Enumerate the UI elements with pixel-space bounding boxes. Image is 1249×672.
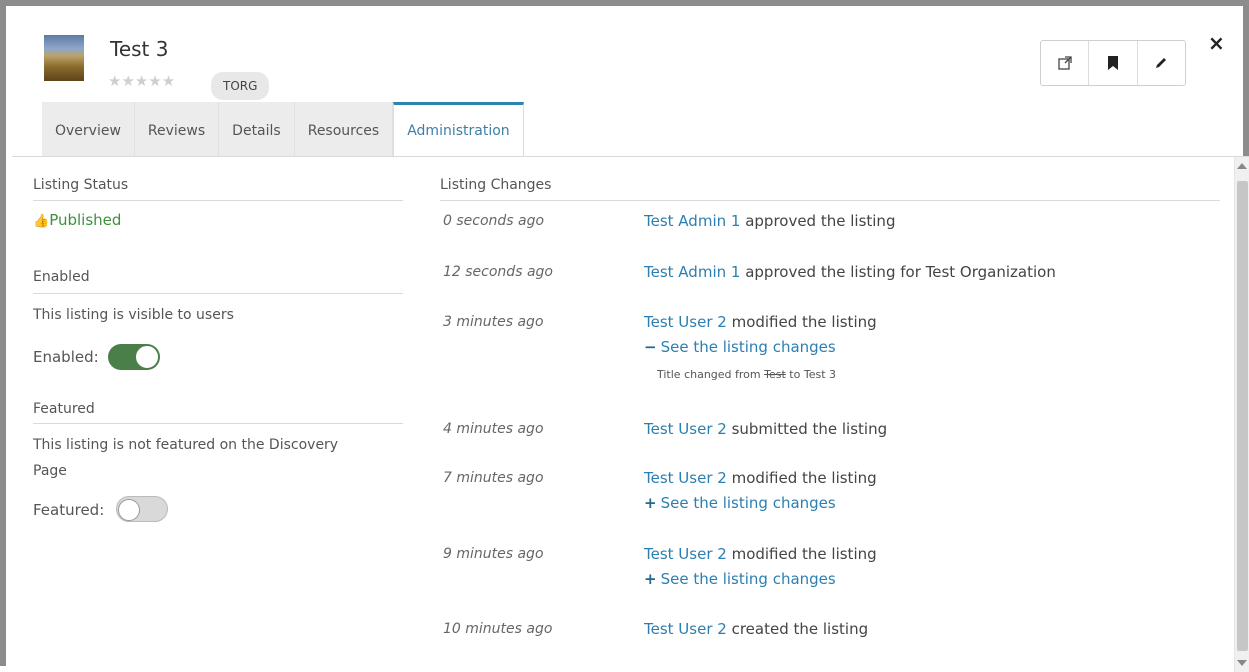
change-action-text: modified the listing [726,313,877,331]
featured-toggle[interactable] [116,496,168,522]
bookmark-icon [1107,56,1118,70]
change-message: Test User 2 modified the listing [644,545,877,563]
expand-listing-changes-link[interactable]: + See the listing changes [644,494,836,512]
change-message: Test User 2 created the listing [644,620,868,638]
listing-status-label: Listing Status [33,177,129,193]
change-action-text: approved the listing [740,212,896,230]
old-title: Test [764,368,786,381]
new-title: Test 3 [803,368,837,381]
featured-description-line-2: Page [33,463,67,479]
toggle-knob [136,346,158,368]
tab-bar: Overview Reviews Details Resources Admin… [42,102,524,157]
user-link[interactable]: Test User 2 [644,420,727,438]
listing-changes-header: Listing Changes [440,177,552,193]
listing-thumbnail [44,35,84,81]
user-link[interactable]: Test Admin 1 [644,212,740,230]
enabled-toggle-label: Enabled: [33,348,99,366]
bookmark-button[interactable] [1089,41,1138,85]
change-action-text: approved the listing for Test Organizati… [740,263,1056,281]
listing-changes-link-label: See the listing changes [660,338,836,356]
change-detail: Title changed from Test to Test 3 [657,368,836,381]
edit-button[interactable] [1138,41,1185,85]
listing-changes-link-label: See the listing changes [660,494,836,512]
toggle-knob [118,499,140,521]
action-buttons [1040,40,1186,86]
change-action-text: created the listing [726,620,869,638]
collapse-listing-changes-link[interactable]: − See the listing changes [644,338,836,356]
listing-modal: Test 3 ★★★★★ TORG Overview Reviews Detai… [0,0,1249,672]
featured-toggle-label: Featured: [33,501,105,519]
divider [33,293,403,294]
administration-panel: Listing Status 👍Published Enabled This l… [12,157,1234,672]
scroll-down-arrow-icon[interactable] [1237,660,1247,666]
organization-tag[interactable]: TORG [211,72,270,100]
change-message: Test User 2 submitted the listing [644,420,887,438]
user-link[interactable]: Test User 2 [644,469,727,487]
minus-icon: − [644,338,657,356]
rating-stars: ★★★★★ [108,72,176,90]
detail-mid: to [785,368,804,381]
change-message: Test Admin 1 approved the listing for Te… [644,263,1056,281]
change-action-text: modified the listing [726,469,877,487]
pencil-icon [1156,58,1167,68]
scrollbar-thumb[interactable] [1237,181,1248,651]
change-action-text: modified the listing [726,545,877,563]
user-link[interactable]: Test User 2 [644,313,727,331]
change-timestamp: 7 minutes ago [443,470,544,486]
modal-header: Test 3 ★★★★★ TORG Overview Reviews Detai… [12,12,1249,157]
listing-changes-link-label: See the listing changes [660,570,836,588]
featured-description-line-1: This listing is not featured on the Disc… [33,437,339,453]
divider [33,200,403,201]
change-action-text: submitted the listing [726,420,888,438]
divider [33,423,403,424]
featured-section-label: Featured [33,401,95,417]
scroll-up-arrow-icon[interactable] [1237,163,1247,169]
change-message: Test User 2 modified the listing [644,313,877,331]
user-link[interactable]: Test Admin 1 [644,263,740,281]
change-timestamp: 9 minutes ago [443,546,544,562]
tab-details[interactable]: Details [219,102,295,157]
change-timestamp: 0 seconds ago [443,213,545,229]
plus-icon: + [644,570,657,588]
tab-reviews[interactable]: Reviews [134,102,220,157]
tab-resources[interactable]: Resources [294,102,394,157]
thumbs-up-icon: 👍 [33,214,50,229]
enabled-toggle[interactable] [108,344,160,370]
close-icon[interactable]: × [1208,31,1225,55]
tab-overview[interactable]: Overview [42,102,135,157]
change-timestamp: 10 minutes ago [443,621,553,637]
enabled-section-label: Enabled [33,269,90,285]
change-timestamp: 4 minutes ago [443,421,544,437]
change-message: Test User 2 modified the listing [644,469,877,487]
divider [440,200,1220,201]
vertical-scrollbar[interactable] [1234,157,1249,672]
external-link-icon [1058,56,1072,70]
expand-listing-changes-link[interactable]: + See the listing changes [644,570,836,588]
change-timestamp: 3 minutes ago [443,314,544,330]
listing-title: Test 3 [110,37,169,61]
user-link[interactable]: Test User 2 [644,545,727,563]
detail-prefix: Title changed from [657,368,765,381]
change-timestamp: 12 seconds ago [443,264,553,280]
change-message: Test Admin 1 approved the listing [644,212,895,230]
tab-administration[interactable]: Administration [393,102,524,157]
enabled-description: This listing is visible to users [33,307,234,323]
plus-icon: + [644,494,657,512]
open-external-button[interactable] [1041,41,1090,85]
published-label: Published [49,211,122,229]
published-status: 👍Published [33,211,121,229]
user-link[interactable]: Test User 2 [644,620,727,638]
